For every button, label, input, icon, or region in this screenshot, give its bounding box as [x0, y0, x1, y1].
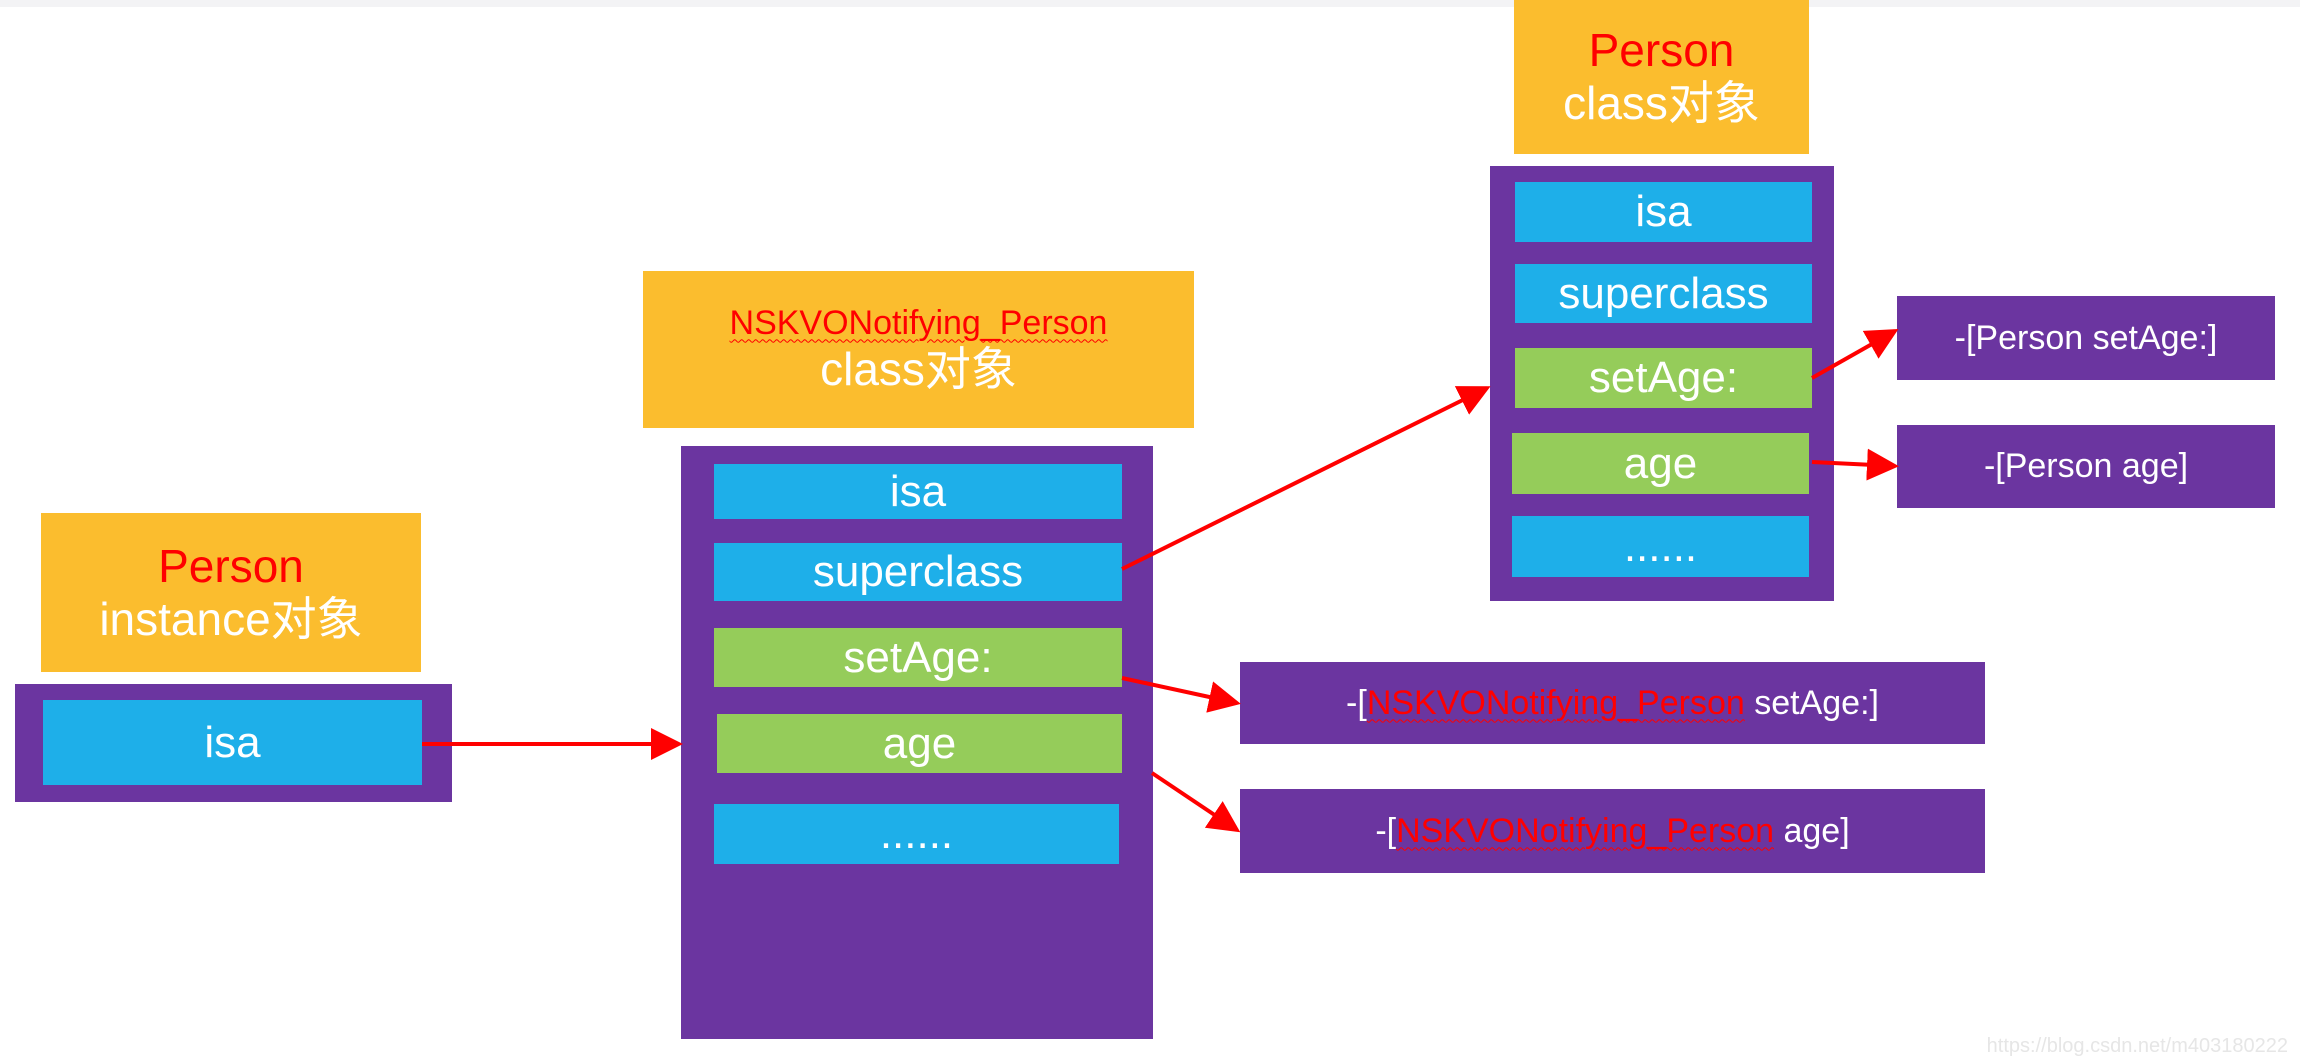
arrows-layer — [422, 329, 1899, 833]
arrow-kvo-setage — [1121, 676, 1241, 713]
arrow-superclass-to-person-class — [1121, 386, 1491, 571]
arrow-kvo-age — [1150, 771, 1241, 833]
arrow-person-setage — [1811, 329, 1899, 380]
arrow-person-age — [1811, 448, 1899, 481]
watermark: https://blog.csdn.net/m403180222 — [1986, 1035, 2288, 1057]
